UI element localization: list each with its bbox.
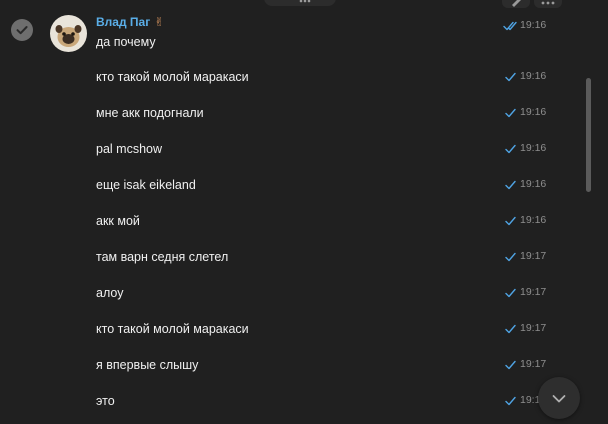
- message-time: 19:16: [520, 142, 547, 154]
- more-dots-icon: [299, 0, 311, 3]
- single-check-icon: [505, 180, 516, 190]
- sender-name-label: Влад Паг: [96, 15, 151, 29]
- message-time: 19:16: [520, 106, 547, 118]
- single-check-icon: [505, 144, 516, 154]
- single-check-icon: [505, 72, 516, 82]
- message-time: 19:16: [520, 70, 547, 82]
- message-text[interactable]: да почему: [96, 35, 156, 53]
- message-text[interactable]: кто такой молой маракаси: [96, 70, 249, 88]
- message-text[interactable]: еще isak eikeland: [96, 178, 196, 196]
- message-text[interactable]: мне акк подогнали: [96, 106, 204, 124]
- message-text[interactable]: это: [96, 394, 115, 412]
- single-check-icon: [505, 108, 516, 118]
- message-time: 19:17: [520, 250, 547, 262]
- sender-name[interactable]: Влад Паг ✌: [96, 15, 164, 31]
- message-text[interactable]: я впервые слышу: [96, 358, 198, 376]
- edit-button[interactable]: [502, 0, 530, 8]
- message-text[interactable]: акк мой: [96, 214, 140, 232]
- message-text[interactable]: там варн седня слетел: [96, 250, 228, 268]
- message-time: 19:17: [520, 322, 547, 334]
- scroll-down-button[interactable]: [538, 377, 580, 419]
- message-time: 19:16: [520, 214, 547, 226]
- message-text[interactable]: кто такой молой маракаси: [96, 322, 249, 340]
- pencil-icon: [512, 0, 521, 7]
- more-button[interactable]: [534, 0, 562, 8]
- message-time: 19:17: [520, 358, 547, 370]
- single-check-icon: [505, 360, 516, 370]
- message-time: 19:16: [520, 178, 547, 190]
- top-toolbar-pill[interactable]: [264, 0, 336, 6]
- more-dots-icon: [541, 1, 555, 5]
- message-time: 19:17: [520, 286, 547, 298]
- double-check-icon: [503, 21, 517, 31]
- single-check-icon: [505, 396, 516, 406]
- chevron-down-icon: [552, 395, 566, 403]
- scrollbar-thumb[interactable]: [586, 78, 591, 192]
- message-time: 19:16: [520, 19, 547, 31]
- avatar-image: [50, 15, 87, 52]
- single-check-icon: [505, 252, 516, 262]
- single-check-icon: [505, 216, 516, 226]
- message-text[interactable]: pal mcshow: [96, 142, 162, 160]
- single-check-icon: [505, 288, 516, 298]
- status-emoji: ✌: [154, 15, 165, 29]
- single-check-icon: [505, 324, 516, 334]
- avatar[interactable]: [50, 15, 87, 52]
- message-text[interactable]: алоу: [96, 286, 123, 304]
- message-select-checkbox[interactable]: [11, 19, 33, 41]
- checkmark-icon: [16, 26, 28, 35]
